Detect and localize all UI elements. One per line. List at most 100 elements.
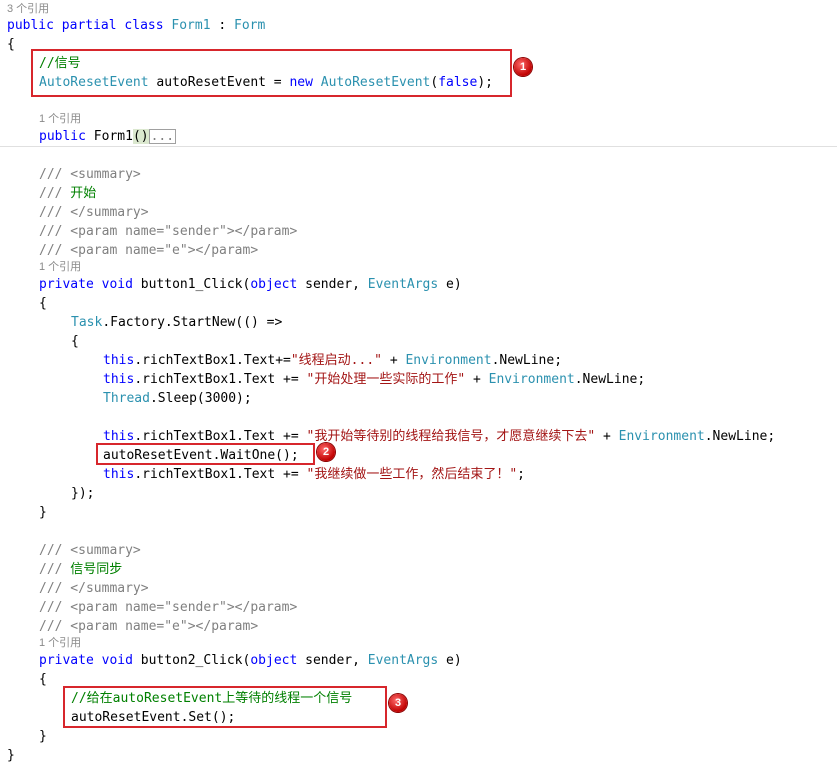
method-name: button2_Click( <box>132 653 251 668</box>
keyword-this: this <box>103 467 135 482</box>
doc-slash: /// <box>39 600 63 615</box>
keyword-this: this <box>103 353 135 368</box>
highlight-box-2 <box>96 443 315 465</box>
highlight-box-1 <box>31 49 512 97</box>
type-environment: Environment <box>618 429 705 444</box>
doc-line-summary-open-1: /// <summary> <box>39 165 141 184</box>
button1-open-brace: { <box>39 296 47 311</box>
doc-tag: <param name="sender"></param> <box>62 224 298 239</box>
keyword-object: object <box>250 653 298 668</box>
button1-method-signature: private void button1_Click(object sender… <box>39 275 462 294</box>
member-access: .richTextBox1.Text += <box>134 429 307 444</box>
doc-line-summary-close-2: /// </summary> <box>39 579 149 598</box>
keyword-public-ctor: public <box>39 129 86 144</box>
type-thread: Thread <box>103 391 150 406</box>
plus-operator: + <box>382 353 406 368</box>
doc-slash: /// <box>39 186 63 201</box>
keyword-class: class <box>124 18 164 33</box>
doc-tag: </summary> <box>62 581 149 596</box>
ctor-parens: () <box>132 129 149 144</box>
doc-tag: <param name="sender"></param> <box>62 600 298 615</box>
doc-tag: <param name="e"></param> <box>62 619 259 634</box>
class-close-brace: } <box>7 748 15 763</box>
ctor-declaration-line: public Form1()... <box>39 127 177 146</box>
task-call: .Factory.StartNew(() => <box>102 315 283 330</box>
param-e: e) <box>438 653 462 668</box>
ctor-name: Form1 <box>85 129 133 144</box>
type-environment: Environment <box>405 353 492 368</box>
collapsed-region-button[interactable]: ... <box>148 129 177 144</box>
doc-slash: /// <box>39 243 63 258</box>
keyword-private: private <box>39 277 94 292</box>
keyword-void: void <box>101 653 133 668</box>
keyword-object: object <box>250 277 298 292</box>
keyword-private: private <box>39 653 94 668</box>
doc-line-summary-open-2: /// <summary> <box>39 541 141 560</box>
doc-line-signal-sync: /// 信号同步 <box>39 560 122 579</box>
plus-operator: + <box>595 429 619 444</box>
doc-line-param-sender-2: /// <param name="sender"></param> <box>39 598 297 617</box>
method-name: button1_Click( <box>132 277 251 292</box>
doc-slash: /// <box>39 167 63 182</box>
doc-slash: /// <box>39 543 63 558</box>
doc-tag: <summary> <box>62 543 141 558</box>
button1-close-brace: } <box>39 505 47 520</box>
doc-text: 开始 <box>62 186 97 201</box>
task-startnew-line: Task.Factory.StartNew(() => <box>71 313 282 332</box>
button2-open-brace: { <box>39 672 47 687</box>
lambda-open-brace: { <box>71 334 79 349</box>
annotation-badge-1: 1 <box>514 58 532 76</box>
type-task: Task <box>71 315 103 330</box>
newline-member: .NewLine; <box>491 353 563 368</box>
thread-sleep-line: Thread.Sleep(3000); <box>103 389 252 408</box>
class-declaration-line: public partial class Form1 : Form <box>7 16 265 35</box>
member-access: .richTextBox1.Text+= <box>134 353 291 368</box>
keyword-public: public <box>7 18 54 33</box>
method-separator <box>0 146 837 147</box>
doc-line-param-sender-1: /// <param name="sender"></param> <box>39 222 297 241</box>
member-access: .richTextBox1.Text += <box>134 372 307 387</box>
string-literal: "我开始等待别的线程给我信号，才愿意继续下去" <box>306 429 596 444</box>
type-environment: Environment <box>488 372 575 387</box>
doc-line-summary-close-1: /// </summary> <box>39 203 149 222</box>
append-thread-start-line: this.richTextBox1.Text+="线程启动..." + Envi… <box>103 351 562 370</box>
doc-slash: /// <box>39 205 63 220</box>
doc-slash: /// <box>39 581 63 596</box>
button2-close-brace: } <box>39 729 47 744</box>
lambda-close: }); <box>71 486 95 501</box>
type-eventargs: EventArgs <box>367 653 439 668</box>
annotation-badge-2: 2 <box>317 443 335 461</box>
class-name: Form1 <box>171 18 211 33</box>
doc-text: 信号同步 <box>62 562 123 577</box>
keyword-this: this <box>103 429 135 444</box>
plus-operator: + <box>465 372 489 387</box>
string-literal: "我继续做一些工作，然后结束了！" <box>306 467 518 482</box>
semicolon: ; <box>517 467 525 482</box>
colon: : <box>210 18 235 33</box>
newline-member: .NewLine; <box>704 429 776 444</box>
keyword-this: this <box>103 372 135 387</box>
doc-tag: <summary> <box>62 167 141 182</box>
doc-line-start: /// 开始 <box>39 184 96 203</box>
class-open-brace: { <box>7 37 15 52</box>
sleep-call: .Sleep(3000); <box>149 391 252 406</box>
type-eventargs: EventArgs <box>367 277 439 292</box>
append-continue-line: this.richTextBox1.Text += "我继续做一些工作，然后结束… <box>103 465 525 484</box>
append-start-work-line: this.richTextBox1.Text += "开始处理一些实际的工作" … <box>103 370 645 389</box>
button2-method-signature: private void button2_Click(object sender… <box>39 651 462 670</box>
param-e: e) <box>438 277 462 292</box>
annotation-badge-3: 3 <box>389 694 407 712</box>
highlight-box-3 <box>63 686 387 728</box>
doc-tag: <param name="e"></param> <box>62 243 259 258</box>
param-sender: sender, <box>297 277 368 292</box>
code-editor[interactable]: 3 个引用 public partial class Form1 : Form … <box>0 0 837 770</box>
param-sender: sender, <box>297 653 368 668</box>
string-literal: "线程启动..." <box>290 353 382 368</box>
keyword-void: void <box>101 277 133 292</box>
newline-member: .NewLine; <box>574 372 646 387</box>
member-access: .richTextBox1.Text += <box>134 467 307 482</box>
doc-slash: /// <box>39 224 63 239</box>
doc-slash: /// <box>39 562 63 577</box>
doc-slash: /// <box>39 619 63 634</box>
keyword-partial: partial <box>61 18 117 33</box>
